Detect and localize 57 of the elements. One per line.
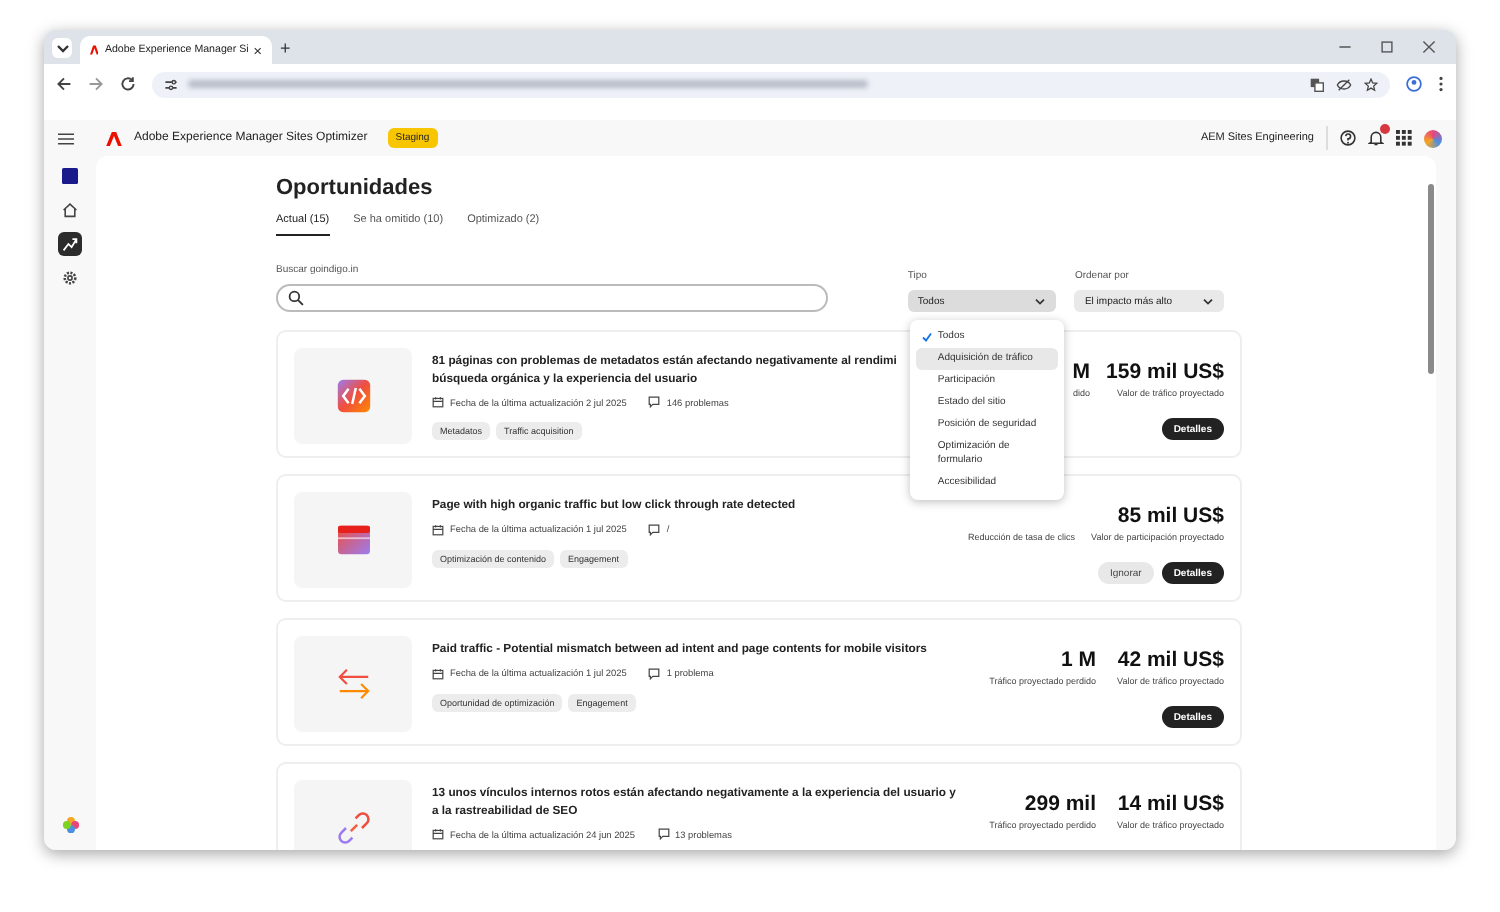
calendar-icon bbox=[432, 523, 444, 536]
square-icon bbox=[62, 168, 78, 184]
comment-icon bbox=[648, 523, 661, 536]
metric-value: 85 mil US$ bbox=[1117, 504, 1224, 528]
comment-icon bbox=[657, 828, 670, 841]
minimize-icon[interactable] bbox=[1338, 40, 1352, 54]
chevron-down-icon bbox=[55, 43, 69, 53]
calendar-icon bbox=[432, 667, 444, 680]
menu-icon[interactable] bbox=[58, 131, 74, 145]
back-arrow-icon[interactable] bbox=[56, 76, 72, 92]
notification-badge bbox=[1380, 124, 1390, 134]
comment-icon bbox=[648, 396, 661, 409]
adobe-logo-icon bbox=[90, 44, 99, 56]
adobe-logo-icon bbox=[106, 131, 122, 145]
reload-icon[interactable] bbox=[120, 76, 136, 92]
nav-rail-button[interactable] bbox=[58, 266, 82, 290]
metric-value: 42 mil US$ bbox=[1117, 648, 1224, 672]
chevron-down-icon bbox=[1034, 297, 1047, 305]
apps-grid-icon[interactable] bbox=[1396, 130, 1412, 146]
broken-link-icon bbox=[337, 812, 369, 844]
close-icon[interactable] bbox=[254, 45, 262, 55]
metric-value: 159 mil US$ bbox=[1106, 360, 1224, 384]
home-icon bbox=[62, 202, 78, 218]
notification-bell-icon[interactable] bbox=[1368, 130, 1384, 146]
metric-value: M bbox=[1072, 360, 1091, 384]
flower-logo-icon[interactable] bbox=[61, 816, 79, 834]
forward-arrow-icon[interactable] bbox=[88, 76, 104, 92]
browser-window-icon bbox=[335, 524, 371, 556]
eye-slash-icon[interactable] bbox=[1336, 77, 1352, 91]
help-icon[interactable] bbox=[1340, 130, 1356, 146]
comment-icon bbox=[648, 667, 661, 680]
translate-icon[interactable] bbox=[1310, 77, 1324, 91]
page-title: Oportunidades bbox=[276, 176, 435, 200]
close-icon[interactable] bbox=[1422, 40, 1436, 54]
calendar-icon bbox=[432, 828, 444, 841]
metric-value: 299 mil bbox=[1024, 792, 1096, 816]
more-options-icon[interactable] bbox=[1438, 76, 1444, 92]
new-tab-button[interactable]: + bbox=[280, 38, 291, 60]
metric-value: 1 M bbox=[1060, 648, 1096, 672]
avatar[interactable] bbox=[1424, 129, 1442, 147]
opportunities-icon bbox=[62, 236, 78, 252]
search-icon bbox=[288, 290, 304, 306]
profile-icon[interactable] bbox=[1406, 76, 1422, 92]
calendar-icon bbox=[432, 396, 444, 409]
code-icon bbox=[335, 378, 371, 414]
star-icon[interactable] bbox=[1364, 77, 1378, 91]
swap-arrows-icon bbox=[335, 668, 371, 700]
nav-rail-button[interactable] bbox=[58, 232, 82, 256]
chevron-down-icon bbox=[1202, 297, 1214, 305]
metric-value: 14 mil US$ bbox=[1117, 792, 1224, 816]
search-field[interactable] bbox=[276, 284, 828, 312]
site-settings-icon[interactable] bbox=[164, 77, 178, 91]
maximize-icon[interactable] bbox=[1380, 40, 1394, 54]
nav-rail-button[interactable] bbox=[58, 198, 82, 222]
tab-list-button[interactable] bbox=[52, 38, 72, 58]
nav-rail-button[interactable] bbox=[58, 164, 82, 188]
settings-icon bbox=[62, 270, 78, 286]
